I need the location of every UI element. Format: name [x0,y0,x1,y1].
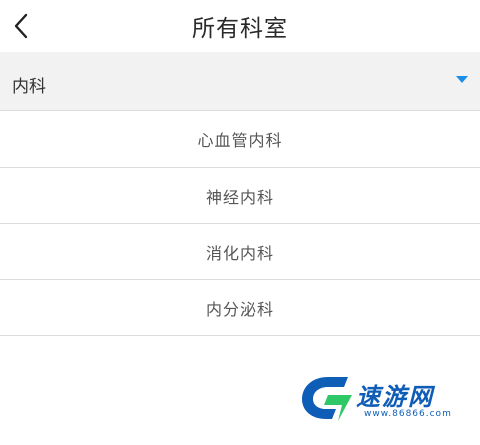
watermark-logo-icon [302,377,352,421]
department-item-label: 消化内科 [205,243,274,263]
department-item-neurology[interactable]: 神经内科 [0,168,480,224]
department-item-label: 心血管内科 [197,131,283,150]
watermark-name: 速游网 [356,383,434,411]
department-item-label: 内分泌科 [205,299,274,319]
department-category-select[interactable]: 内科 [0,52,480,111]
dropdown-arrow-icon[interactable] [456,76,468,83]
department-item-gastroenterology[interactable]: 消化内科 [0,224,480,280]
department-item-cardiology[interactable]: 心血管内科 [0,111,480,168]
department-list: 心血管内科 神经内科 消化内科 内分泌科 [0,111,480,336]
watermark: 速游网 www.86866.com [298,371,468,431]
page-title: 所有科室 [192,16,288,42]
watermark-url: www.86866.com [364,409,452,419]
department-item-label: 神经内科 [205,187,274,207]
department-item-endocrinology[interactable]: 内分泌科 [0,280,480,336]
department-category-value: 内科 [12,77,46,97]
header-bar: 所有科室 [0,0,480,52]
